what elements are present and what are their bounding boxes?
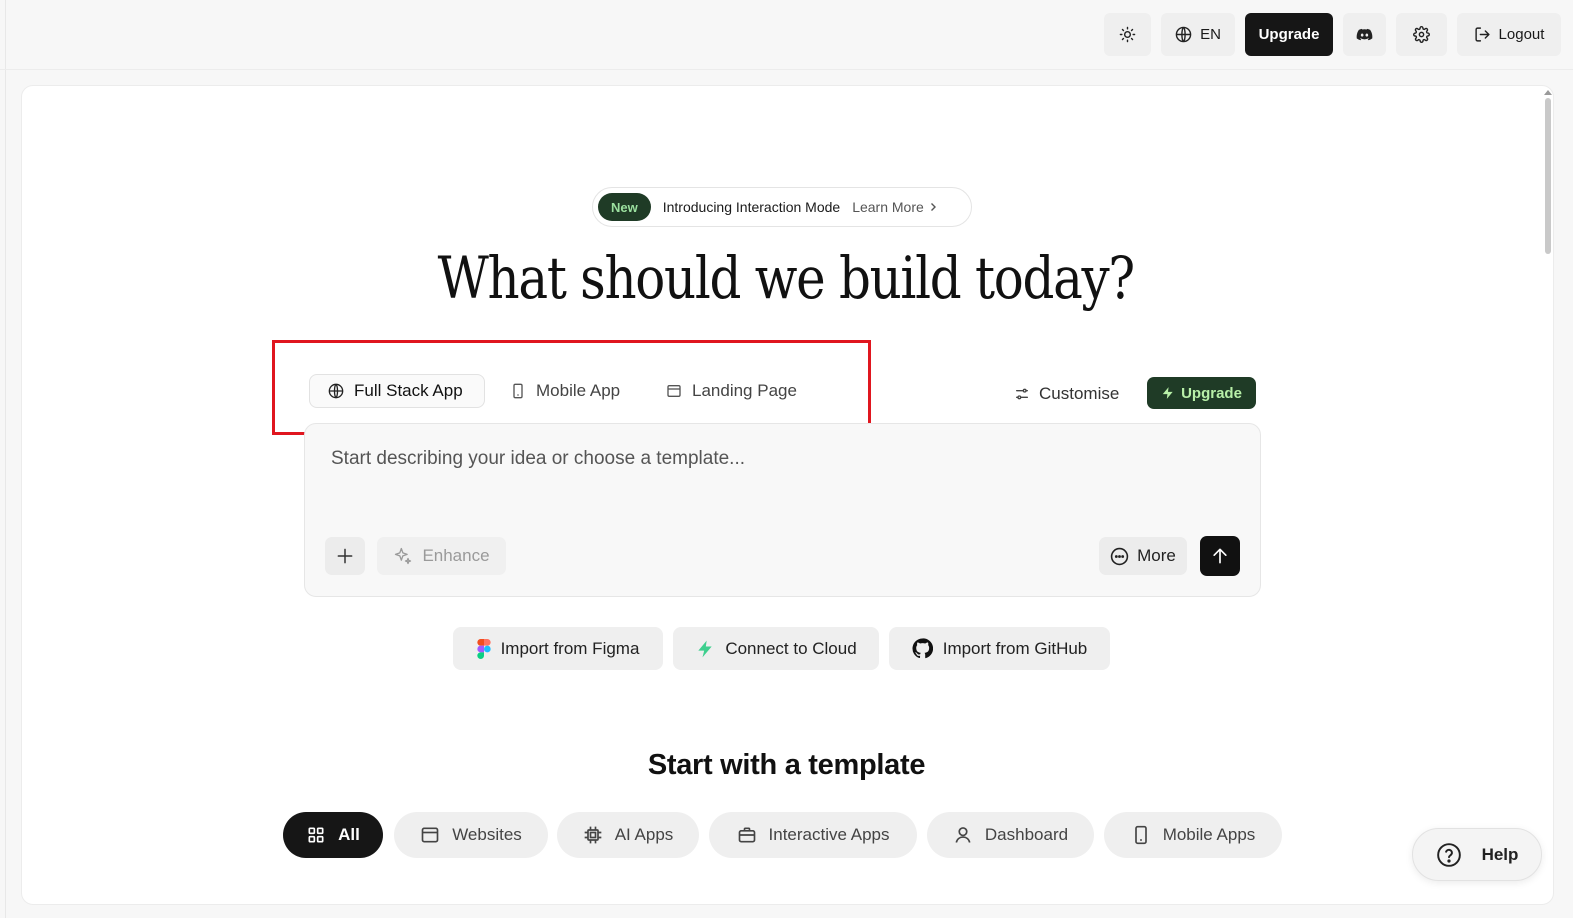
github-icon <box>912 638 933 659</box>
category-interactive-apps[interactable]: Interactive Apps <box>709 812 917 858</box>
language-button[interactable]: EN <box>1161 13 1235 56</box>
upgrade-button[interactable]: Upgrade <box>1245 13 1333 56</box>
upgrade-plan-label: Upgrade <box>1181 384 1242 402</box>
import-figma-label: Import from Figma <box>500 638 640 658</box>
globe-icon <box>1175 26 1192 43</box>
category-mobile-apps[interactable]: Mobile Apps <box>1104 812 1282 858</box>
upgrade-plan-button[interactable]: Upgrade <box>1147 377 1256 409</box>
gear-icon <box>1413 26 1430 43</box>
discord-button[interactable] <box>1343 13 1386 56</box>
sun-icon <box>1119 26 1136 43</box>
category-websites[interactable]: Websites <box>394 812 548 858</box>
browser-window-icon <box>667 385 681 397</box>
cpu-chip-icon <box>584 826 602 844</box>
logout-icon <box>1474 27 1490 42</box>
category-ai-apps[interactable]: AI Apps <box>557 812 699 858</box>
settings-button[interactable] <box>1396 13 1447 56</box>
logout-label: Logout <box>1498 26 1545 43</box>
grid-icon <box>308 827 324 843</box>
customise-button[interactable]: Customise <box>1014 380 1119 408</box>
briefcase-icon <box>738 827 755 843</box>
chevron-right-icon <box>930 203 936 211</box>
prompt-input[interactable] <box>331 444 1231 474</box>
learn-more-label: Learn More <box>852 199 924 215</box>
plus-icon <box>337 548 353 564</box>
send-button[interactable] <box>1200 536 1240 576</box>
learn-more-link[interactable]: Learn More <box>852 199 938 215</box>
figma-icon <box>476 638 491 659</box>
category-all[interactable]: All <box>283 812 383 858</box>
smartphone-icon <box>1134 825 1147 845</box>
help-button[interactable]: Help <box>1412 828 1542 881</box>
more-circle-icon <box>1110 547 1129 565</box>
theme-toggle-button[interactable] <box>1104 13 1151 56</box>
announcement-banner[interactable]: New Introducing Interaction Mode Learn M… <box>592 187 972 227</box>
announcement-text: Introducing Interaction Mode <box>662 199 841 215</box>
language-label: EN <box>1200 26 1221 43</box>
sliders-icon <box>1016 388 1028 400</box>
upgrade-label: Upgrade <box>1258 26 1320 43</box>
category-dashboard-label: Dashboard <box>984 825 1069 844</box>
category-all-label: All <box>338 825 360 844</box>
arrow-up-icon <box>1213 548 1227 564</box>
customise-label: Customise <box>1039 384 1120 403</box>
browser-window-icon <box>421 827 439 843</box>
cloud-bolt-icon <box>698 640 712 657</box>
tab-full-stack-label: Full Stack App <box>354 381 463 400</box>
templates-title: Start with a template <box>647 749 926 781</box>
scroll-up-arrow-icon[interactable] <box>1543 88 1553 96</box>
page-headline: What should we build today? <box>437 244 1136 312</box>
tab-mobile-app[interactable]: Mobile App <box>492 374 638 408</box>
new-badge: New <box>598 193 651 221</box>
category-interactive-label: Interactive Apps <box>768 825 890 844</box>
category-ai-apps-label: AI Apps <box>614 825 674 844</box>
category-mobile-label: Mobile Apps <box>1162 825 1256 844</box>
user-icon <box>955 827 971 843</box>
globe-icon <box>328 383 344 399</box>
connect-cloud-button[interactable]: Connect to Cloud <box>673 627 879 670</box>
import-figma-button[interactable]: Import from Figma <box>453 627 663 670</box>
help-label: Help <box>1481 844 1519 864</box>
category-dashboard[interactable]: Dashboard <box>927 812 1094 858</box>
enhance-label: Enhance <box>422 546 490 565</box>
lightning-icon <box>1162 387 1173 399</box>
top-bar: EN Upgrade Logout <box>0 0 1573 70</box>
category-websites-label: Websites <box>452 825 522 844</box>
import-github-label: Import from GitHub <box>942 638 1088 658</box>
tab-landing-label: Landing Page <box>692 381 797 400</box>
import-github-button[interactable]: Import from GitHub <box>889 627 1110 670</box>
scrollbar-thumb[interactable] <box>1545 98 1551 254</box>
sparkle-icon <box>395 547 412 565</box>
attach-button[interactable] <box>325 537 365 575</box>
smartphone-icon <box>513 383 523 399</box>
tab-landing-page[interactable]: Landing Page <box>648 374 815 408</box>
question-circle-icon <box>1436 842 1461 867</box>
more-options-button[interactable]: More <box>1099 537 1187 575</box>
logout-button[interactable]: Logout <box>1457 13 1561 56</box>
more-label: More <box>1137 546 1176 565</box>
discord-icon <box>1356 28 1373 41</box>
tab-full-stack-app[interactable]: Full Stack App <box>309 374 485 408</box>
connect-cloud-label: Connect to Cloud <box>725 638 857 658</box>
enhance-button[interactable]: Enhance <box>377 537 506 575</box>
tab-mobile-label: Mobile App <box>536 381 621 400</box>
